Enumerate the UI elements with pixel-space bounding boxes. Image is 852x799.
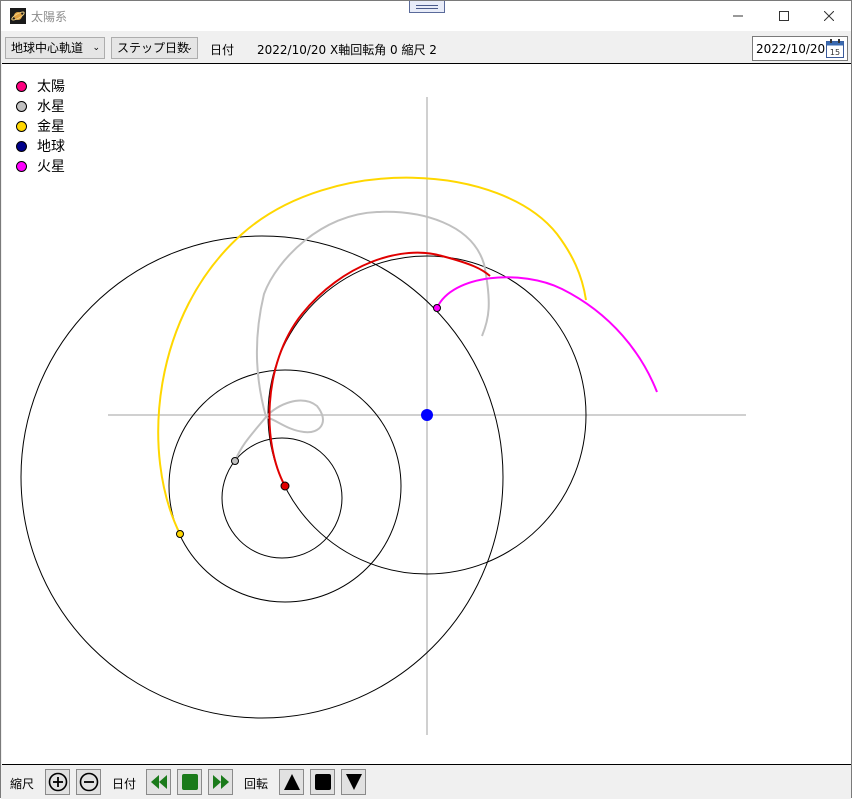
close-button[interactable] (806, 1, 852, 31)
triangle-down-icon (345, 774, 362, 790)
stop-button[interactable] (177, 769, 202, 795)
sun-marker (280, 481, 290, 491)
mercury-marker (231, 457, 239, 465)
zoom-in-icon (48, 772, 67, 792)
chevron-down-icon: ⌄ (92, 43, 100, 53)
fast-forward-icon (212, 775, 229, 789)
legend-item-mars: 火星 (16, 156, 65, 176)
stop-square-icon (314, 774, 331, 790)
rotate-label: 回転 (244, 777, 269, 791)
bottom-date-label: 日付 (112, 777, 137, 791)
title-bar: 太陽系 (1, 1, 851, 31)
minimize-button[interactable] (715, 1, 761, 31)
mars-path (436, 276, 658, 393)
orbit-canvas[interactable]: 太陽 水星 金星 地球 火星 (2, 63, 851, 765)
mercury-orbit-circle (221, 437, 343, 559)
date-label: 日付 (210, 43, 235, 57)
rewind-button[interactable] (146, 769, 171, 795)
window-title: 太陽系 (31, 10, 68, 24)
toolbar: 地球中心軌道 ⌄ ステップ日数 ⌄ 日付 2022/10/20 X軸回転角 0 … (1, 31, 851, 63)
zoom-out-icon (79, 772, 98, 792)
rotate-down-button[interactable] (341, 769, 366, 795)
fast-forward-button[interactable] (208, 769, 233, 795)
venus-legend-dot (16, 120, 27, 132)
legend-label: 水星 (37, 99, 65, 115)
step-unit-select[interactable]: ステップ日数 ⌄ (111, 37, 198, 59)
earth-legend-dot (16, 140, 27, 152)
mercury-path (234, 210, 490, 462)
legend-item-mercury: 水星 (16, 96, 65, 116)
legend-label: 太陽 (37, 79, 65, 95)
rotate-up-button[interactable] (279, 769, 304, 795)
calendar-icon[interactable]: 15 (826, 39, 844, 58)
minimize-icon (733, 15, 743, 17)
scale-label: 縮尺 (10, 777, 35, 791)
mercury-loop (265, 399, 324, 434)
venus-path (157, 176, 587, 535)
sun-legend-dot (16, 80, 27, 92)
step-unit-value: ステップ日数 (117, 41, 190, 55)
saturn-icon (10, 8, 26, 24)
date-value: 2022/10/20 (756, 42, 826, 56)
stop-icon (181, 774, 198, 790)
rotate-stop-button[interactable] (310, 769, 335, 795)
venus-marker (176, 530, 184, 538)
close-icon (824, 11, 834, 21)
maximize-button[interactable] (761, 1, 807, 31)
rewind-icon (150, 775, 167, 789)
calendar-day: 15 (830, 48, 840, 57)
triangle-up-icon (283, 774, 300, 790)
view-mode-select[interactable]: 地球中心軌道 ⌄ (5, 37, 105, 59)
legend-label: 金星 (37, 119, 65, 135)
status-text: 2022/10/20 X軸回転角 0 縮尺 2 (257, 43, 437, 57)
legend-item-sun: 太陽 (16, 76, 65, 96)
legend-item-earth: 地球 (16, 136, 65, 156)
mercury-legend-dot (16, 100, 27, 112)
legend-label: 地球 (37, 139, 65, 155)
chevron-down-icon: ⌄ (185, 43, 193, 53)
date-picker[interactable]: 2022/10/20 15 (752, 36, 848, 61)
view-mode-value: 地球中心軌道 (11, 41, 84, 55)
bottom-toolbar: 縮尺 日付 回転 (1, 766, 851, 799)
legend-label: 火星 (37, 159, 65, 175)
zoom-out-button[interactable] (76, 769, 101, 795)
orbit-plot (20, 97, 746, 735)
maximize-icon (779, 11, 789, 21)
app-window: 太陽系 地球中心軌道 ⌄ ステップ日数 ⌄ 日付 2022/10/20 X軸回転… (0, 0, 852, 799)
zoom-in-button[interactable] (45, 769, 70, 795)
earth-marker (421, 409, 433, 421)
snap-handle[interactable] (409, 1, 445, 13)
legend-item-venus: 金星 (16, 116, 65, 136)
mars-marker (433, 304, 441, 312)
mars-legend-dot (16, 160, 27, 172)
legend: 太陽 水星 金星 地球 火星 (16, 76, 65, 176)
